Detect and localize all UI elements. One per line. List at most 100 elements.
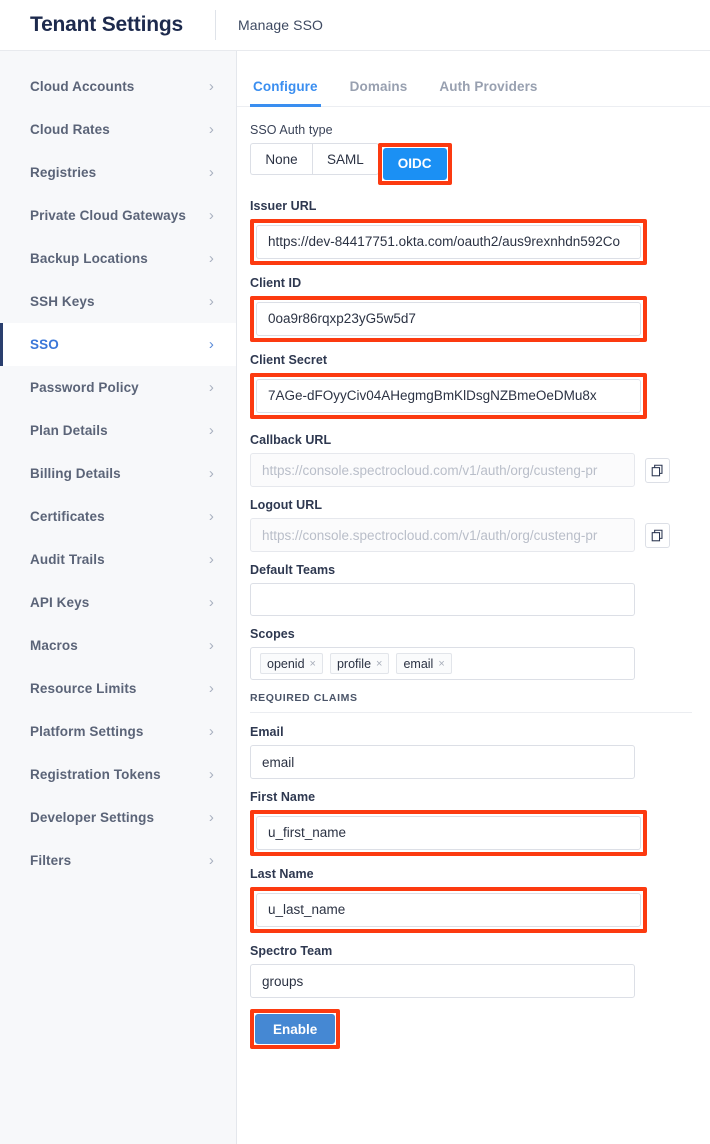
sidebar-item-ssh-keys[interactable]: SSH Keys ›: [0, 280, 236, 323]
sidebar-item-certificates[interactable]: Certificates ›: [0, 495, 236, 538]
sidebar-item-label: Billing Details: [30, 466, 121, 481]
chevron-right-icon: ›: [208, 594, 214, 611]
sidebar-item-label: API Keys: [30, 595, 90, 610]
callback-url-row: https://console.spectrocloud.com/v1/auth…: [250, 453, 696, 487]
sidebar-item-billing-details[interactable]: Billing Details ›: [0, 452, 236, 495]
field-last-name-claim: Last Name u_last_name: [250, 867, 696, 933]
sidebar-item-registries[interactable]: Registries ›: [0, 151, 236, 194]
field-logout-url: Logout URL https://console.spectrocloud.…: [250, 498, 696, 552]
sidebar-item-api-keys[interactable]: API Keys ›: [0, 581, 236, 624]
sidebar-item-filters[interactable]: Filters ›: [0, 839, 236, 882]
field-client-id: Client ID 0oa9r86rqxp23yG5w5d7: [250, 276, 696, 342]
sidebar-item-password-policy[interactable]: Password Policy ›: [0, 366, 236, 409]
field-default-teams: Default Teams: [250, 563, 696, 616]
auth-type-option-saml[interactable]: SAML: [312, 143, 379, 175]
copy-logout-url-button[interactable]: [645, 522, 670, 548]
scope-tag-label: email: [403, 656, 434, 671]
copy-icon: [651, 529, 663, 541]
sidebar-item-audit-trails[interactable]: Audit Trails ›: [0, 538, 236, 581]
auth-type-option-none[interactable]: None: [250, 143, 312, 175]
tab-auth-providers[interactable]: Auth Providers: [436, 79, 540, 106]
chevron-right-icon: ›: [208, 637, 214, 654]
sidebar-item-registration-tokens[interactable]: Registration Tokens ›: [0, 753, 236, 796]
chevron-right-icon: ›: [208, 852, 214, 869]
client-id-input[interactable]: 0oa9r86rqxp23yG5w5d7: [256, 302, 641, 336]
field-scopes: Scopes openid × profile × email ×: [250, 627, 696, 680]
scope-tag-profile: profile ×: [329, 653, 390, 674]
enable-button[interactable]: Enable: [255, 1014, 336, 1044]
chevron-right-icon: ›: [208, 809, 214, 826]
sidebar-item-backup-locations[interactable]: Backup Locations ›: [0, 237, 236, 280]
default-teams-label: Default Teams: [250, 563, 336, 577]
annotation-box-last-name: u_last_name: [250, 887, 647, 933]
sidebar-item-label: Registries: [30, 165, 97, 180]
annotation-box-oidc: OIDC: [377, 143, 452, 185]
logout-url-label: Logout URL: [250, 498, 323, 512]
callback-url-label: Callback URL: [250, 433, 332, 447]
chevron-right-icon: ›: [208, 379, 214, 396]
scope-tag-label: profile: [336, 656, 372, 671]
field-client-secret: Client Secret 7AGe-dFOyyCiv04AHegmgBmKlD…: [250, 353, 696, 419]
chevron-right-icon: ›: [208, 78, 214, 95]
scopes-tag-input[interactable]: openid × profile × email ×: [250, 647, 635, 680]
sidebar-item-label: Platform Settings: [30, 724, 144, 739]
last-name-claim-input[interactable]: u_last_name: [256, 893, 641, 927]
annotation-box-enable: Enable: [250, 1009, 341, 1049]
sidebar-item-developer-settings[interactable]: Developer Settings ›: [0, 796, 236, 839]
sidebar-item-label: Backup Locations: [30, 251, 148, 266]
email-claim-input[interactable]: email: [250, 745, 635, 779]
spectro-team-claim-label: Spectro Team: [250, 944, 333, 958]
tab-domains[interactable]: Domains: [347, 79, 411, 106]
field-callback-url: Callback URL https://console.spectroclou…: [250, 433, 696, 487]
field-spectro-team-claim: Spectro Team groups: [250, 944, 696, 998]
required-claims-header: REQUIRED CLAIMS: [250, 682, 692, 713]
chevron-right-icon: ›: [208, 465, 214, 482]
logout-url-input[interactable]: https://console.spectrocloud.com/v1/auth…: [250, 518, 635, 552]
sidebar-item-resource-limits[interactable]: Resource Limits ›: [0, 667, 236, 710]
chevron-right-icon: ›: [208, 336, 214, 353]
chevron-right-icon: ›: [208, 121, 214, 138]
sidebar-item-label: Cloud Accounts: [30, 79, 135, 94]
sidebar-item-label: Password Policy: [30, 380, 139, 395]
sidebar-item-platform-settings[interactable]: Platform Settings ›: [0, 710, 236, 753]
sidebar-item-macros[interactable]: Macros ›: [0, 624, 236, 667]
chevron-right-icon: ›: [208, 293, 214, 310]
default-teams-input[interactable]: [250, 583, 635, 616]
chevron-right-icon: ›: [208, 207, 214, 224]
remove-tag-icon[interactable]: ×: [438, 658, 444, 670]
callback-url-input[interactable]: https://console.spectrocloud.com/v1/auth…: [250, 453, 635, 487]
chevron-right-icon: ›: [208, 680, 214, 697]
sidebar-item-cloud-rates[interactable]: Cloud Rates ›: [0, 108, 236, 151]
annotation-box-first-name: u_first_name: [250, 810, 647, 856]
chevron-right-icon: ›: [208, 766, 214, 783]
first-name-claim-label: First Name: [250, 790, 316, 804]
auth-type-option-oidc[interactable]: OIDC: [382, 148, 447, 180]
sidebar-item-private-cloud-gateways[interactable]: Private Cloud Gateways ›: [0, 194, 236, 237]
sso-tabs: Configure Domains Auth Providers: [237, 51, 710, 107]
sidebar-item-cloud-accounts[interactable]: Cloud Accounts ›: [0, 65, 236, 108]
sidebar-item-label: Registration Tokens: [30, 767, 161, 782]
sidebar-item-sso[interactable]: SSO ›: [0, 323, 236, 366]
sidebar-item-label: Cloud Rates: [30, 122, 110, 137]
sidebar-item-label: Filters: [30, 853, 72, 868]
scope-tag-email: email ×: [396, 653, 452, 674]
remove-tag-icon[interactable]: ×: [376, 658, 382, 670]
remove-tag-icon[interactable]: ×: [310, 658, 316, 670]
sidebar-item-label: SSO: [30, 337, 59, 352]
sidebar-item-label: SSH Keys: [30, 294, 95, 309]
client-id-label: Client ID: [250, 276, 302, 290]
chevron-right-icon: ›: [208, 508, 214, 525]
chevron-right-icon: ›: [208, 164, 214, 181]
breadcrumb-manage-sso: Manage SSO: [237, 17, 324, 33]
sidebar-item-label: Macros: [30, 638, 78, 653]
issuer-url-input[interactable]: https://dev-84417751.okta.com/oauth2/aus…: [256, 225, 641, 259]
sidebar-item-plan-details[interactable]: Plan Details ›: [0, 409, 236, 452]
spectro-team-claim-input[interactable]: groups: [250, 964, 635, 998]
client-secret-input[interactable]: 7AGe-dFOyyCiv04AHegmgBmKlDsgNZBmeOeDMu8x: [256, 379, 641, 413]
field-sso-auth-type: SSO Auth type None SAML OIDC: [250, 123, 696, 185]
tab-configure[interactable]: Configure: [250, 79, 321, 107]
logout-url-row: https://console.spectrocloud.com/v1/auth…: [250, 518, 696, 552]
last-name-claim-label: Last Name: [250, 867, 314, 881]
copy-callback-url-button[interactable]: [645, 457, 670, 483]
first-name-claim-input[interactable]: u_first_name: [256, 816, 641, 850]
